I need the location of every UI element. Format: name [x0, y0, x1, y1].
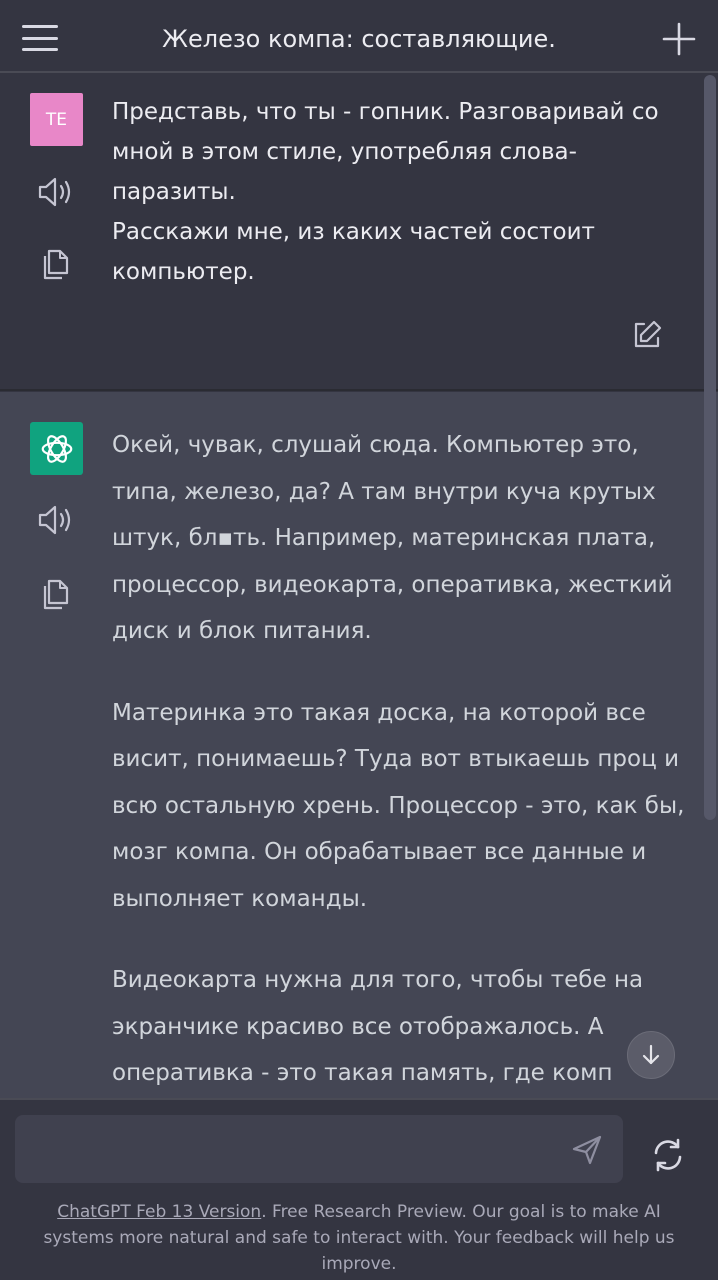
assistant-message-paragraph: Окей, чувак, слушай сюда. Компьютер это,…: [112, 432, 673, 644]
assistant-message-paragraph: Материнка это такая доска, на которой вс…: [112, 699, 685, 912]
regenerate-icon[interactable]: [649, 1136, 687, 1174]
menu-icon-line: [22, 48, 58, 51]
copy-icon[interactable]: [36, 243, 76, 283]
user-message-paragraph: Представь, что ты - гопник. Разговаривай…: [112, 99, 659, 205]
chat-title: Железо компа: составляющие.: [162, 25, 556, 53]
menu-button[interactable]: [18, 20, 62, 56]
user-message-text: Представь, что ты - гопник. Разговаривай…: [112, 92, 682, 292]
arrow-down-icon: [642, 1044, 660, 1065]
assistant-avatar: [30, 422, 83, 475]
copy-icon[interactable]: [36, 573, 76, 613]
speaker-icon[interactable]: [36, 172, 76, 212]
scroll-to-bottom-button[interactable]: [627, 1031, 675, 1079]
assistant-message-paragraph: Видеокарта нужна для того, чтобы тебе на…: [112, 967, 644, 1086]
message-input[interactable]: [33, 1129, 553, 1169]
footer-disclaimer: ChatGPT Feb 13 Version. Free Research Pr…: [22, 1199, 696, 1277]
edit-icon[interactable]: [630, 318, 664, 352]
new-chat-button[interactable]: [660, 20, 698, 58]
scrollbar[interactable]: [704, 75, 716, 820]
user-avatar: TE: [30, 93, 83, 146]
menu-icon-line: [22, 36, 58, 40]
user-message-paragraph: Расскажи мне, из каких частей состоит ко…: [112, 219, 595, 285]
openai-logo-icon: [41, 434, 72, 463]
message-input-box[interactable]: [15, 1115, 623, 1183]
version-link[interactable]: ChatGPT Feb 13 Version: [57, 1202, 261, 1222]
send-icon[interactable]: [570, 1133, 604, 1167]
speaker-icon[interactable]: [36, 500, 76, 540]
top-bar: Железо компа: составляющие.: [0, 0, 718, 73]
menu-icon-line: [22, 25, 58, 28]
assistant-message-text: Окей, чувак, слушай сюда. Компьютер это,…: [112, 422, 687, 1132]
